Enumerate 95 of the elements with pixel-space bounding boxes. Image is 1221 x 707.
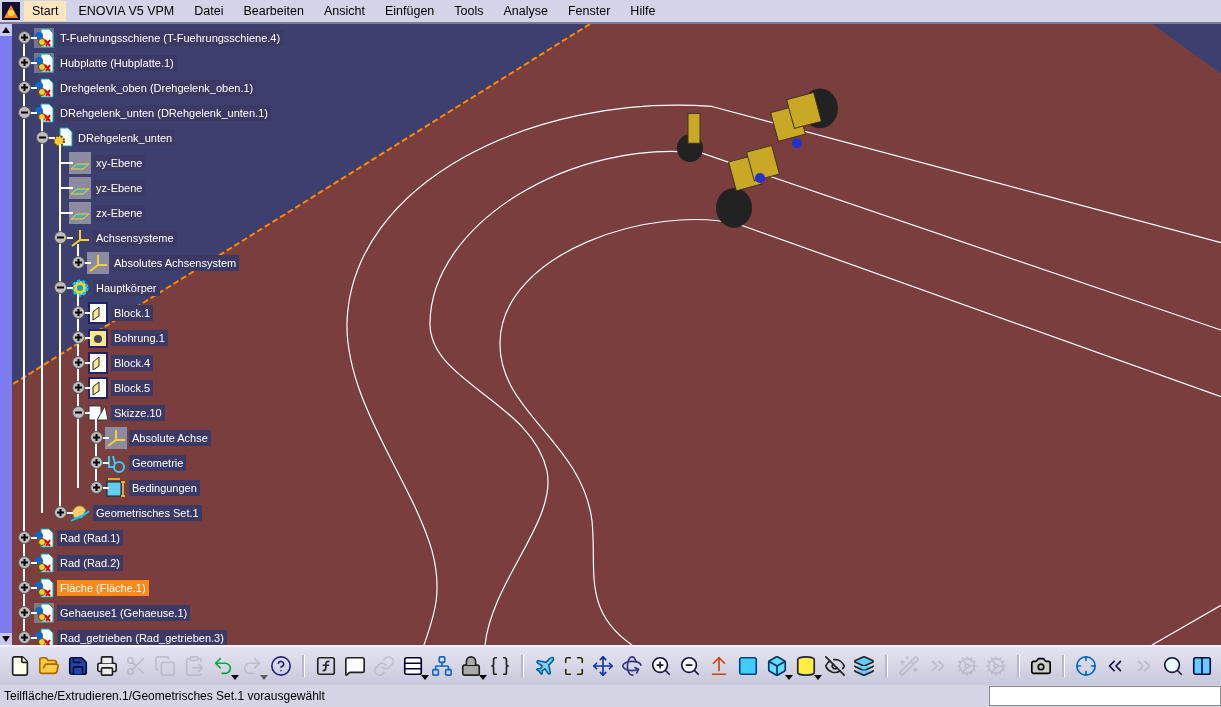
fit-all-icon	[563, 655, 585, 677]
link-icon	[373, 655, 395, 677]
document-icon	[33, 551, 55, 574]
search-icon	[1162, 655, 1184, 677]
tree-item[interactable]: Block.4	[111, 354, 154, 371]
file-icon	[9, 655, 31, 677]
table-icon	[402, 655, 424, 677]
expand-icon[interactable]	[71, 356, 85, 369]
expand-icon[interactable]	[89, 481, 103, 494]
settings-icon	[956, 655, 978, 677]
zoom-in-icon	[650, 655, 672, 677]
copy-icon	[154, 655, 176, 677]
camera-icon	[1030, 655, 1052, 677]
caret-icon[interactable]	[479, 675, 487, 680]
menu-item[interactable]: Einfügen	[376, 1, 443, 21]
expand-icon[interactable]	[17, 631, 31, 644]
expand-icon[interactable]	[17, 556, 31, 569]
settings-icon	[985, 655, 1007, 677]
airplane-icon	[534, 655, 556, 677]
collapse-icon[interactable]	[71, 406, 85, 419]
hole-icon	[87, 326, 109, 349]
block-icon	[87, 351, 109, 374]
redo-icon	[241, 655, 263, 677]
tree-item[interactable]: Absolute Achse	[129, 429, 211, 446]
tree-item[interactable]: Block.5	[111, 379, 154, 396]
menu-item[interactable]: Ansicht	[315, 1, 373, 21]
grid-icon	[737, 655, 759, 677]
expand-icon[interactable]	[89, 456, 103, 469]
clipboard-icon	[183, 655, 205, 677]
command-input[interactable]	[989, 686, 1221, 706]
scissors-icon	[125, 655, 147, 677]
function-icon	[315, 655, 337, 677]
app-logo[interactable]	[2, 2, 20, 20]
caret-icon[interactable]	[785, 675, 793, 680]
menu-item[interactable]: Bearbeiten	[235, 1, 312, 21]
rotate-icon	[621, 655, 643, 677]
tree-item[interactable]: Geometrie	[129, 454, 187, 471]
tree-item[interactable]: Skizze.10	[111, 404, 165, 421]
caret-icon[interactable]	[231, 675, 239, 680]
caret-icon[interactable]	[421, 675, 429, 680]
speech-bubble-icon	[344, 655, 366, 677]
layers-icon	[853, 655, 875, 677]
constraint-icon	[105, 476, 127, 499]
printer-icon	[96, 655, 118, 677]
expand-icon[interactable]	[17, 581, 31, 594]
document-icon	[33, 51, 55, 74]
scroll-up-icon[interactable]	[0, 24, 12, 36]
wheel-assembly-drawing	[770, 88, 838, 149]
expand-icon[interactable]	[53, 506, 67, 519]
document-icon	[33, 526, 55, 549]
tree-item[interactable]: Rad (Rad.1)	[57, 529, 123, 546]
tree-item[interactable]: Geometrisches Set.1	[93, 504, 202, 521]
zoom-out-icon	[679, 655, 701, 677]
tree-item[interactable]: Bohrung.1	[111, 329, 168, 346]
caret-icon[interactable]	[814, 675, 822, 680]
document-icon	[33, 76, 55, 99]
menu-item[interactable]: Tools	[446, 1, 492, 21]
wheel-assembly-drawing	[677, 112, 703, 163]
lock-icon	[460, 655, 482, 677]
pan-icon	[592, 655, 614, 677]
document-icon	[33, 576, 55, 599]
cylinder-icon	[795, 655, 817, 677]
menu-item[interactable]: ENOVIA V5 VPM	[70, 1, 183, 21]
scrollbar[interactable]	[0, 24, 12, 645]
crosshair-icon	[1075, 655, 1097, 677]
help-icon	[270, 655, 292, 677]
block-icon	[87, 376, 109, 399]
axes-icon	[105, 426, 127, 449]
tree-item[interactable]: Rad_getrieben (Rad_getrieben.3)	[57, 629, 227, 645]
braces-icon	[489, 655, 511, 677]
folder-icon	[38, 655, 60, 677]
block-icon	[87, 301, 109, 324]
tree-item[interactable]: Rad (Rad.2)	[57, 554, 123, 571]
eye-off-icon	[824, 655, 846, 677]
columns-icon	[1191, 655, 1213, 677]
tree-item[interactable]: Gehaeuse1 (Gehaeuse.1)	[57, 604, 191, 621]
menu-item[interactable]: Datei	[186, 1, 232, 21]
tree-item[interactable]: Bedingungen	[129, 479, 200, 496]
status-text: Teilfläche/Extrudieren.1/Geometrisches Set.1 vorausgewählt	[4, 689, 325, 703]
expand-icon[interactable]	[17, 606, 31, 619]
menu-item[interactable]: Hilfe	[622, 1, 664, 21]
expand-icon[interactable]	[17, 531, 31, 544]
document-icon	[33, 26, 55, 49]
menu-item[interactable]: Fenster	[559, 1, 619, 21]
expand-icon[interactable]	[89, 431, 103, 444]
document-icon	[33, 601, 55, 624]
tree-item[interactable]: Block.1	[111, 304, 154, 321]
menu-item[interactable]: Start	[24, 1, 67, 21]
wand-icon	[898, 655, 920, 677]
undo-icon	[212, 655, 234, 677]
tree-graph-icon	[431, 655, 453, 677]
expand-icon[interactable]	[71, 381, 85, 394]
scroll-down-icon[interactable]	[0, 633, 12, 645]
cube-icon	[766, 655, 788, 677]
menu-item[interactable]: Analyse	[495, 1, 556, 21]
